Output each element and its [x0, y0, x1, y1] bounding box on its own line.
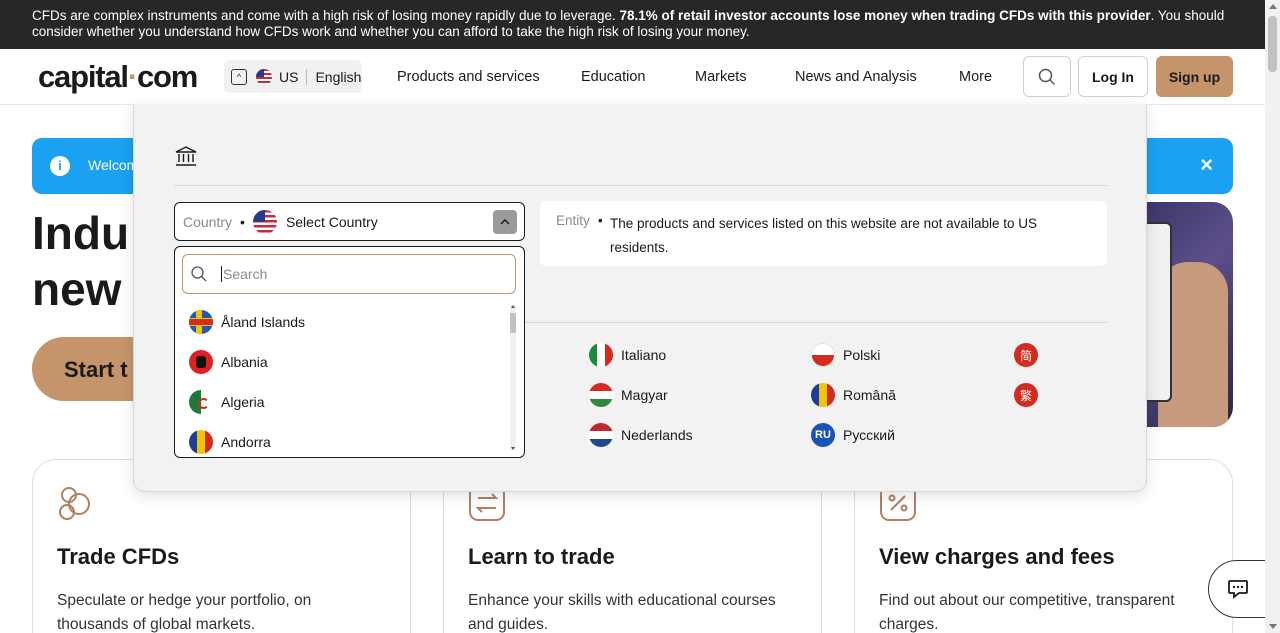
- nav-more[interactable]: More: [959, 69, 992, 85]
- country-option-label: Algeria: [221, 394, 265, 410]
- close-icon[interactable]: ×: [1200, 152, 1213, 178]
- site-header: capital·com ^ US English Products and se…: [0, 49, 1265, 105]
- us-flag-icon: [256, 68, 272, 85]
- language-dutch[interactable]: Nederlands: [589, 423, 693, 447]
- country-label: Country: [183, 213, 233, 230]
- country-option-label: Andorra: [221, 434, 271, 450]
- andorra-flag-icon: [189, 430, 213, 454]
- language-label: Română: [843, 387, 896, 403]
- country-option-andorra[interactable]: Andorra: [175, 422, 510, 457]
- poland-flag-icon: [811, 343, 835, 367]
- card-title: View charges and fees: [879, 544, 1115, 569]
- hungary-flag-icon: [589, 383, 613, 407]
- language-romanian[interactable]: Română: [811, 383, 896, 407]
- entity-label: Entity: [556, 213, 590, 228]
- chevron-up-icon[interactable]: [493, 210, 517, 234]
- risk-text-bold: 78.1% of retail investor accounts lose m…: [619, 8, 1151, 23]
- chat-icon: [1228, 580, 1248, 599]
- search-placeholder: Search: [221, 266, 268, 282]
- language-chinese-simplified[interactable]: 简: [1014, 343, 1046, 367]
- algeria-flag-icon: [189, 390, 213, 414]
- entity-text: The products and services listed on this…: [610, 216, 1037, 255]
- coins-icon: [59, 487, 90, 520]
- signup-button[interactable]: Sign up: [1156, 56, 1233, 97]
- language-label: Polski: [843, 347, 881, 363]
- nav-news-and-analysis[interactable]: News and Analysis: [795, 69, 917, 85]
- italy-flag-icon: [589, 343, 613, 367]
- nav-markets[interactable]: Markets: [695, 69, 747, 85]
- country-option-aland-islands[interactable]: Åland Islands: [175, 302, 510, 342]
- search-button[interactable]: [1023, 56, 1071, 97]
- hero-line-1: Indu: [32, 207, 130, 259]
- aland-flag-icon: [189, 310, 213, 334]
- netherlands-flag-icon: [589, 423, 613, 447]
- hero-heading: Indu new: [32, 205, 129, 317]
- risk-text-start: CFDs are complex instruments and come wi…: [32, 8, 620, 23]
- logo-text-1: capital: [38, 59, 129, 94]
- language-label: Русский: [843, 427, 895, 443]
- login-button[interactable]: Log In: [1078, 56, 1148, 97]
- language-label: Nederlands: [621, 427, 693, 443]
- search-icon: [1038, 68, 1056, 85]
- divider: [306, 68, 308, 85]
- us-flag-icon: [252, 209, 277, 234]
- region-country-code: US: [279, 68, 299, 85]
- scroll-down-icon[interactable]: [1269, 624, 1277, 629]
- country-search-input[interactable]: Search: [182, 254, 516, 294]
- hero-line-2: new: [32, 263, 122, 315]
- scroll-up-icon[interactable]: [511, 305, 515, 308]
- language-hungarian[interactable]: Magyar: [589, 383, 668, 407]
- language-label: Italiano: [621, 347, 667, 363]
- nav-products-and-services[interactable]: Products and services: [397, 69, 540, 85]
- region-panel: Country • Select Country Entity • The pr…: [133, 104, 1147, 492]
- bank-icon: [175, 146, 197, 166]
- country-select[interactable]: Country • Select Country: [174, 202, 525, 241]
- country-dropdown: Search Åland Islands Albania Algeria And…: [174, 246, 525, 458]
- card-title: Learn to trade: [468, 544, 615, 569]
- chinese-simplified-badge-icon: 简: [1014, 343, 1038, 367]
- albania-flag-icon: [189, 350, 213, 374]
- chevron-up-icon: ^: [231, 68, 247, 85]
- divider: [174, 185, 1107, 186]
- romania-flag-icon: [811, 383, 835, 407]
- region-language-selector[interactable]: ^ US English: [224, 60, 362, 93]
- divider: [524, 322, 1107, 323]
- scroll-thumb[interactable]: [1268, 16, 1277, 72]
- card-body: Find out about our competitive, transpar…: [879, 592, 1175, 633]
- card-title: Trade CFDs: [57, 544, 180, 569]
- logo[interactable]: capital·com: [38, 59, 198, 95]
- country-option-label: Albania: [221, 354, 268, 370]
- entity-info: Entity • The products and services liste…: [540, 201, 1107, 266]
- language-polish[interactable]: Polski: [811, 343, 880, 367]
- dropdown-scrollbar[interactable]: [510, 305, 516, 450]
- language-russian[interactable]: RU Русский: [811, 423, 895, 447]
- search-icon: [191, 266, 207, 282]
- country-list: Åland Islands Albania Algeria Andorra: [175, 302, 510, 457]
- bullet: •: [598, 213, 603, 228]
- risk-warning-banner: CFDs are complex instruments and come wi…: [0, 0, 1265, 49]
- card-body: Enhance your skills with educational cou…: [468, 592, 776, 633]
- country-option-label: Åland Islands: [221, 314, 306, 330]
- russian-badge-icon: RU: [811, 423, 835, 447]
- logo-dot: ·: [127, 59, 138, 94]
- chinese-traditional-badge-icon: 繁: [1014, 383, 1038, 407]
- language-label: Magyar: [621, 387, 668, 403]
- logo-text-2: com: [136, 59, 198, 94]
- country-option-albania[interactable]: Albania: [175, 342, 510, 382]
- card-body: Speculate or hedge your portfolio, on th…: [57, 592, 312, 633]
- nav-education[interactable]: Education: [581, 69, 646, 85]
- bullet: •: [240, 213, 245, 230]
- country-value: Select Country: [285, 213, 378, 230]
- scroll-thumb[interactable]: [510, 313, 516, 333]
- scroll-up-icon[interactable]: [1269, 4, 1277, 9]
- region-language: English: [315, 68, 362, 85]
- page-scrollbar[interactable]: [1265, 0, 1280, 633]
- hero-image: [1140, 202, 1233, 427]
- scroll-down-icon[interactable]: [511, 447, 515, 450]
- language-italian[interactable]: Italiano: [589, 343, 666, 367]
- language-chinese-traditional[interactable]: 繁: [1014, 383, 1046, 407]
- welcome-text: Welcom: [88, 157, 139, 173]
- country-option-algeria[interactable]: Algeria: [175, 382, 510, 422]
- info-icon: i: [50, 156, 70, 176]
